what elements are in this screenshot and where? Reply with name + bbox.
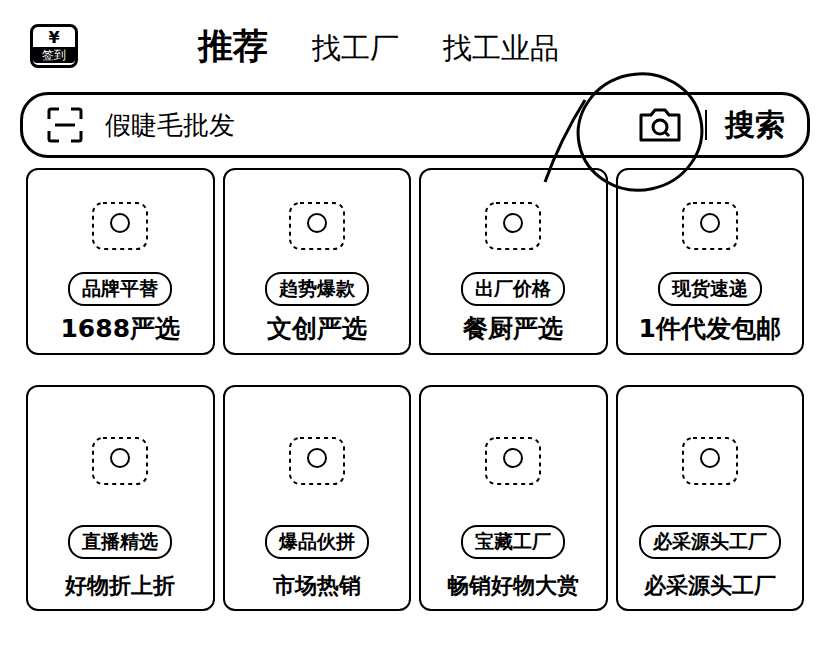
product-icon — [478, 424, 548, 494]
product-photo — [229, 176, 406, 272]
top-bar: ¥签到 推荐找工厂找工业品 — [0, 0, 830, 92]
card-label: 畅销好物大赏 — [447, 571, 579, 601]
product-photo — [32, 393, 209, 525]
home-page: ¥签到推荐找工厂找工业品搜索品牌平替1688严选趋势爆款文创严选出厂价格餐厨严选… — [0, 0, 830, 650]
coin-icon: ¥ — [48, 29, 59, 47]
card-badge: 趋势爆款 — [265, 272, 369, 306]
card-badge: 直播精选 — [68, 525, 172, 559]
channel-card[interactable]: 宝藏工厂畅销好物大赏 — [419, 385, 608, 611]
product-photo — [32, 176, 209, 272]
card-badge: 爆品伙拼 — [265, 525, 369, 559]
channel-card[interactable]: 现货速递 1件代发包邮 — [616, 168, 805, 355]
channel-card[interactable]: 直播精选好物折上折 — [26, 385, 215, 611]
product-icon — [675, 424, 745, 494]
hand-drawn-circle-icon — [0, 0, 830, 650]
tab[interactable]: 找工业品 — [443, 25, 559, 73]
product-icon — [85, 189, 155, 259]
channel-card[interactable]: 必采源头工厂必采源头工厂 — [616, 385, 805, 611]
channel-card[interactable]: 出厂价格餐厨严选 — [419, 168, 608, 355]
search-bar: 搜索 — [20, 92, 810, 158]
search-input[interactable] — [103, 109, 619, 141]
channel-card[interactable]: 爆品伙拼市场热销 — [223, 385, 412, 611]
channel-card[interactable]: 品牌平替 1688严选 — [26, 168, 215, 355]
product-icon — [675, 189, 745, 259]
card-badge: 品牌平替 — [68, 272, 172, 306]
tab[interactable]: 找工厂 — [312, 25, 399, 73]
card-label: 文创严选 — [267, 312, 367, 345]
product-icon — [282, 424, 352, 494]
product-icon — [282, 189, 352, 259]
card-badge: 宝藏工厂 — [461, 525, 565, 559]
card-label: 餐厨严选 — [463, 312, 563, 345]
product-photo — [425, 176, 602, 272]
card-badge: 必采源头工厂 — [639, 525, 781, 559]
product-photo — [622, 176, 799, 272]
product-photo — [622, 393, 799, 525]
card-label: 1688严选 — [60, 312, 180, 345]
card-badge: 出厂价格 — [461, 272, 565, 306]
card-label: 1件代发包邮 — [639, 312, 781, 345]
tab[interactable]: 推荐 — [198, 19, 268, 74]
card-row: 直播精选好物折上折爆品伙拼市场热销宝藏工厂畅销好物大赏必采源头工厂必采源头工厂 — [0, 385, 830, 611]
signin-button[interactable]: ¥签到 — [30, 24, 78, 68]
signin-label: 签到 — [33, 47, 75, 63]
camera-icon[interactable] — [637, 105, 683, 145]
channel-card[interactable]: 趋势爆款文创严选 — [223, 168, 412, 355]
product-icon — [85, 424, 155, 494]
product-photo — [229, 393, 406, 525]
search-divider — [705, 110, 707, 140]
card-badge: 现货速递 — [658, 272, 762, 306]
card-label: 好物折上折 — [65, 571, 175, 601]
scan-icon[interactable] — [45, 105, 85, 145]
card-label: 市场热销 — [273, 571, 361, 601]
tab-bar: 推荐找工厂找工业品 — [198, 19, 559, 74]
card-row: 品牌平替1688严选趋势爆款文创严选出厂价格餐厨严选现货速递1件代发包邮 — [0, 168, 830, 355]
product-photo — [425, 393, 602, 525]
card-label: 必采源头工厂 — [644, 571, 776, 601]
product-icon — [478, 189, 548, 259]
search-button[interactable]: 搜索 — [725, 105, 785, 146]
